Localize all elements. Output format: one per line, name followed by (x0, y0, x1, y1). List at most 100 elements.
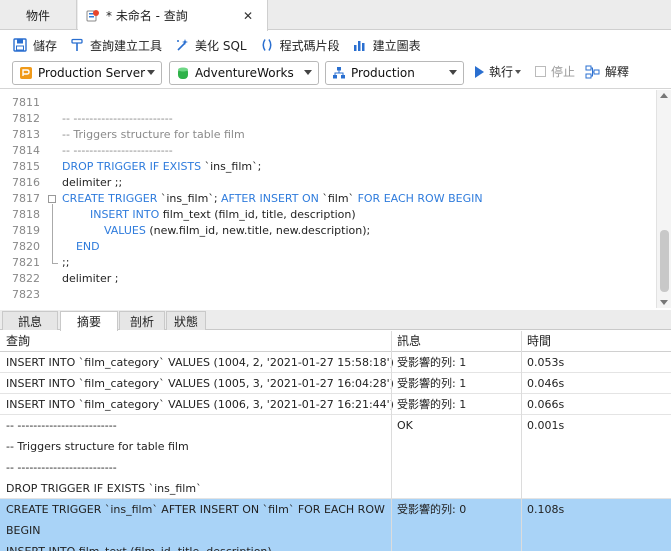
sql-text: delimiter ;; (62, 176, 123, 189)
beautify-sql-button[interactable]: 美化 SQL (174, 37, 247, 54)
explain-button[interactable]: 解釋 (585, 63, 629, 80)
save-button[interactable]: 儲存 (12, 37, 57, 54)
line-number: 7819 (12, 224, 40, 237)
column-header-message[interactable]: 訊息 (391, 331, 421, 352)
grid-header: 查詢 訊息 時間 (0, 331, 671, 352)
query-icon (86, 9, 100, 23)
query-cell: BEGIN (6, 524, 41, 537)
create-chart-label: 建立圖表 (372, 38, 421, 53)
line-number: 7822 (12, 272, 40, 285)
close-icon[interactable]: ✕ (243, 9, 253, 23)
chevron-down-icon (147, 70, 155, 75)
sql-text: ;; (62, 256, 70, 269)
tab-messages-label: 訊息 (17, 314, 42, 329)
code-line[interactable]: -- ------------------------- (62, 111, 173, 127)
stop-icon (535, 66, 546, 77)
explain-label: 解釋 (605, 65, 630, 79)
tab-query[interactable]: * 未命名 - 查詢 ✕ (78, 0, 268, 31)
query-builder-button[interactable]: 查詢建立工具 (69, 37, 162, 54)
tab-messages[interactable]: 訊息 (2, 311, 58, 330)
code-snippet-button[interactable]: 程式碼片段 (259, 37, 340, 54)
sql-text: (new.film_id, new.title, new.description… (149, 224, 371, 237)
code-line[interactable]: -- Triggers structure for table film (62, 127, 245, 143)
line-number-gutter: 7811 7812 7813 7814 7815 7816 7817 7818 7819 7820… (0, 90, 44, 308)
sql-comment: -- ------------------------- (62, 144, 173, 157)
line-number: 7823 (12, 288, 40, 301)
code-line[interactable]: ;; (62, 255, 69, 271)
tab-query-label: * 未命名 - 查詢 (106, 9, 188, 23)
code-line[interactable]: INSERT INTO film_text (film_id, title, d… (62, 207, 356, 223)
parentheses-icon (259, 37, 275, 53)
scroll-up-icon[interactable] (660, 93, 668, 98)
tab-summary[interactable]: 摘要 (60, 311, 118, 331)
table-row[interactable]: CREATE TRIGGER `ins_film` AFTER INSERT O… (0, 499, 671, 551)
line-number: 7818 (12, 208, 40, 221)
code-line[interactable]: delimiter ; (62, 271, 118, 287)
stop-button[interactable]: 停止 (535, 63, 575, 80)
result-tabs: 訊息 摘要 剖析 狀態 (0, 310, 671, 331)
code-line[interactable]: delimiter ;; (62, 175, 122, 191)
play-icon (475, 65, 484, 78)
query-cell: INSERT INTO `film_category` VALUES (1004… (6, 356, 394, 369)
code-line[interactable]: VALUES (new.film_id, new.title, new.desc… (62, 223, 370, 239)
code-line[interactable]: CREATE TRIGGER `ins_film`; AFTER INSERT … (62, 191, 483, 207)
sql-keyword: FOR EACH ROW BEGIN (357, 192, 483, 205)
code-line[interactable]: -- ------------------------- (62, 143, 173, 159)
tab-status[interactable]: 狀態 (166, 311, 206, 330)
create-chart-button[interactable]: 建立圖表 (352, 37, 421, 54)
editor-scrollbar[interactable] (656, 90, 671, 308)
table-row[interactable]: INSERT INTO `film_category` VALUES (1005… (0, 373, 671, 394)
server-icon (19, 66, 33, 80)
schema-select[interactable]: Production (325, 61, 464, 85)
message-cell: 受影響的列: 0 (397, 503, 467, 516)
run-dropdown-icon[interactable] (515, 69, 522, 74)
save-label: 儲存 (33, 38, 58, 53)
server-value: Production Server (38, 66, 146, 80)
time-cell: 0.053s (527, 356, 565, 369)
time-cell: 0.066s (527, 398, 565, 411)
server-select[interactable]: Production Server (12, 61, 162, 85)
database-select[interactable]: AdventureWorks (169, 61, 319, 85)
query-builder-label: 查詢建立工具 (90, 38, 163, 53)
query-cell: -- ------------------------- (6, 419, 117, 432)
message-cell: 受影響的列: 1 (397, 377, 467, 390)
column-divider (521, 331, 522, 551)
table-row[interactable]: -- ------------------------- -- Triggers … (0, 415, 671, 499)
time-cell: 0.046s (527, 377, 565, 390)
fold-guide (52, 204, 53, 264)
scroll-down-icon[interactable] (660, 300, 668, 305)
toolbar: 儲存 查詢建立工具 美化 SQL 程式碼片段 建立圖表 (0, 31, 671, 59)
stop-label: 停止 (551, 65, 576, 79)
explain-icon (585, 65, 601, 79)
sql-comment: -- ------------------------- (62, 112, 173, 125)
run-label: 執行 (489, 65, 514, 79)
table-row[interactable]: INSERT INTO `film_category` VALUES (1006… (0, 394, 671, 415)
beautify-sql-label: 美化 SQL (195, 38, 247, 53)
chevron-down-icon (449, 70, 457, 75)
tab-status-label: 狀態 (173, 314, 198, 329)
time-cell: 0.108s (527, 503, 565, 516)
column-header-query[interactable]: 查詢 (0, 331, 30, 352)
code-line[interactable]: END (62, 239, 100, 255)
schema-icon (332, 66, 346, 80)
sql-keyword: CREATE TRIGGER (62, 192, 161, 205)
sql-text: `film` (322, 192, 358, 205)
line-number: 7815 (12, 160, 40, 173)
scrollbar-thumb[interactable] (660, 230, 669, 292)
sql-text: `ins_film`; (160, 192, 222, 205)
save-icon (12, 37, 28, 53)
code-line[interactable]: DROP TRIGGER IF EXISTS `ins_film`; (62, 159, 261, 175)
table-row[interactable]: INSERT INTO `film_category` VALUES (1004… (0, 352, 671, 373)
sql-keyword: AFTER INSERT ON (221, 192, 323, 205)
run-button[interactable]: 執行 (475, 63, 522, 80)
sql-text: `ins_film`; (204, 160, 262, 173)
tab-objects[interactable]: 物件 (0, 0, 77, 30)
schema-value: Production (351, 66, 415, 80)
query-cell: INSERT INTO `film_category` VALUES (1005… (6, 377, 394, 390)
line-number: 7816 (12, 176, 40, 189)
sql-editor[interactable]: 7811 7812 7813 7814 7815 7816 7817 7818 7819 7820… (0, 90, 671, 308)
tab-summary-label: 摘要 (76, 315, 101, 329)
fold-toggle-icon[interactable] (48, 195, 56, 203)
tab-profile[interactable]: 剖析 (119, 311, 165, 330)
column-header-time[interactable]: 時間 (521, 331, 551, 352)
